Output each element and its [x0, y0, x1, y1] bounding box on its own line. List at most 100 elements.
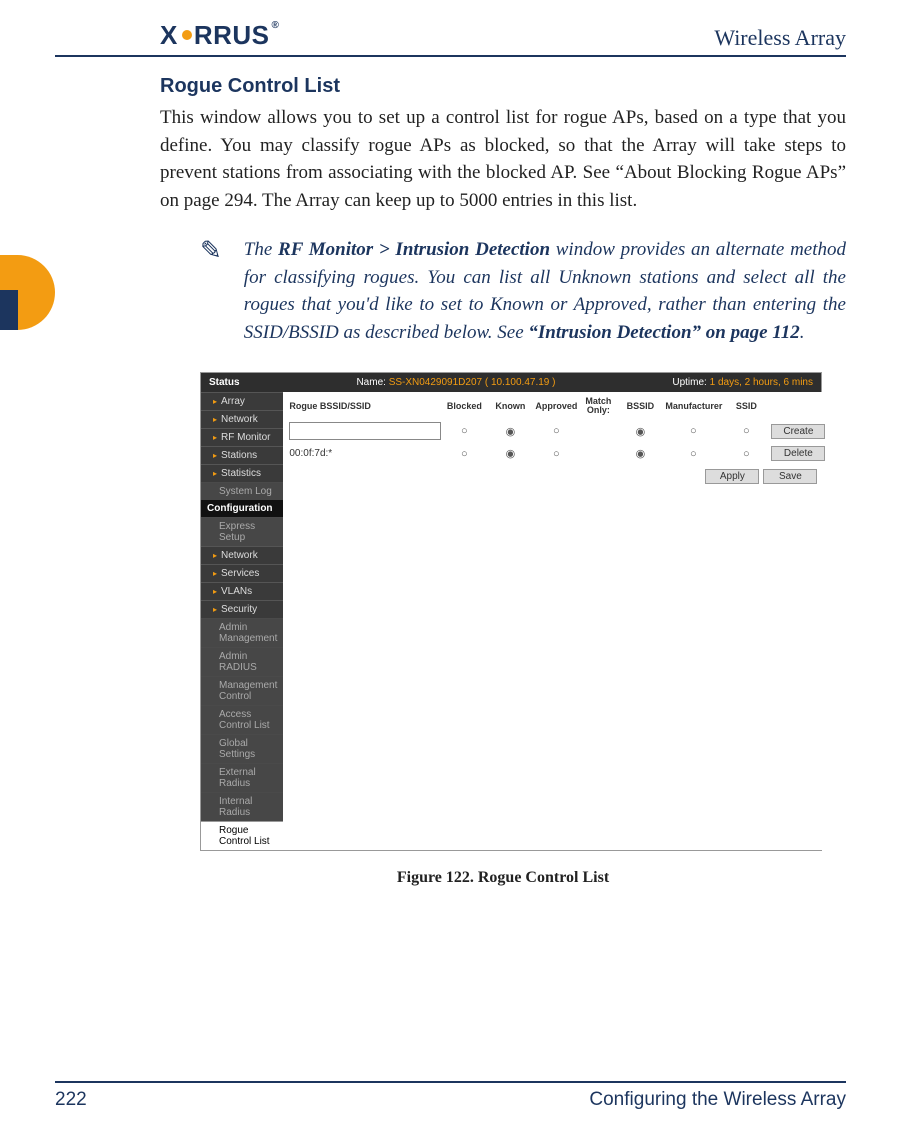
- brand-logo: X RRUS ®: [160, 20, 277, 51]
- name-label: Name:: [356, 377, 385, 388]
- radio-manufacturer[interactable]: ○: [665, 448, 721, 460]
- radio-manufacturer[interactable]: ○: [665, 425, 721, 437]
- sidebar-item-rfmonitor[interactable]: ▸ RF Monitor: [201, 428, 283, 446]
- sidebar-sub-intradius[interactable]: Internal Radius: [201, 792, 283, 821]
- chevron-right-icon: ▸: [213, 451, 217, 460]
- sidebar-item-label: Stations: [221, 450, 257, 461]
- radio-approved[interactable]: ○: [535, 425, 577, 437]
- note-pre: The: [244, 239, 278, 260]
- footer-rule: [55, 1081, 846, 1083]
- table-row: ○ ◉ ○ ◉ ○ ○ Create: [283, 420, 823, 444]
- page-number: 222: [55, 1089, 87, 1111]
- create-button[interactable]: Create: [771, 424, 825, 439]
- note-block: ✎ The RF Monitor > Intrusion Detection w…: [160, 236, 846, 346]
- chevron-right-icon: ▸: [213, 605, 217, 614]
- sidebar-item-label: Network: [221, 414, 258, 425]
- row-ssid-value: 00:0f:7d:*: [289, 448, 439, 459]
- uptime-value: 1 days, 2 hours, 6 mins: [710, 377, 813, 388]
- chapter-title: Configuring the Wireless Array: [589, 1089, 846, 1111]
- radio-known[interactable]: ◉: [489, 425, 531, 438]
- radio-ssid[interactable]: ○: [725, 448, 767, 460]
- sidebar-heading-configuration: Configuration: [201, 500, 283, 517]
- sidebar-item-stations[interactable]: ▸ Stations: [201, 446, 283, 464]
- sidebar-item-array[interactable]: ▸ Array: [201, 392, 283, 410]
- note-bold-1: RF Monitor > Intrusion Detection: [278, 239, 550, 260]
- col-blocked: Blocked: [443, 401, 485, 411]
- sidebar-sub-extradius[interactable]: External Radius: [201, 763, 283, 792]
- rogue-ssid-input[interactable]: [289, 422, 441, 440]
- action-buttons: Apply Save: [283, 465, 823, 488]
- sidebar-item-label: Security: [221, 604, 257, 615]
- pencil-icon: ✎: [200, 236, 222, 346]
- note-bold-2: “Intrusion Detection” on page 112: [528, 322, 799, 343]
- col-manufacturer: Manufacturer: [665, 401, 721, 411]
- chevron-right-icon: ▸: [213, 397, 217, 406]
- sidebar-item-security[interactable]: ▸ Security: [201, 600, 283, 618]
- col-ssid: Rogue BSSID/SSID: [289, 401, 439, 411]
- brand-text-left: X: [160, 20, 178, 51]
- sidebar-item-label: Array: [221, 396, 245, 407]
- sidebar: ▸ Array ▸ Network ▸ RF Monitor ▸ Stations ▸ S…: [201, 392, 283, 850]
- col-approved: Approved: [535, 401, 577, 411]
- sidebar-item-label: VLANs: [221, 586, 252, 597]
- note-post: .: [800, 322, 805, 343]
- radio-blocked[interactable]: ○: [443, 448, 485, 460]
- chevron-right-icon: ▸: [213, 587, 217, 596]
- status-label: Status: [209, 377, 240, 388]
- sidebar-item-label: Services: [221, 568, 259, 579]
- page-header: X RRUS ® Wireless Array: [55, 20, 846, 51]
- figure-caption: Figure 122. Rogue Control List: [160, 869, 846, 887]
- page-footer: 222 Configuring the Wireless Array: [55, 1081, 846, 1111]
- col-match-line2: Only:: [587, 405, 610, 415]
- apply-button[interactable]: Apply: [705, 469, 759, 484]
- col-bssid: BSSID: [619, 401, 661, 411]
- sidebar-item-statistics[interactable]: ▸ Statistics: [201, 464, 283, 482]
- sidebar-item-label: RF Monitor: [221, 432, 270, 443]
- shot-topbar: Status Name: SS-XN0429091D207 ( 10.100.4…: [201, 373, 821, 392]
- col-matchonly: Match Only:: [581, 397, 615, 415]
- chevron-right-icon: ▸: [213, 433, 217, 442]
- header-rule: [55, 55, 846, 57]
- radio-approved[interactable]: ○: [535, 448, 577, 460]
- embedded-screenshot: Status Name: SS-XN0429091D207 ( 10.100.4…: [200, 372, 822, 851]
- chevron-right-icon: ▸: [213, 469, 217, 478]
- sidebar-item-label: Network: [221, 550, 258, 561]
- uptime-label: Uptime:: [672, 377, 706, 388]
- body-paragraph: This window allows you to set up a contr…: [160, 104, 846, 214]
- sidebar-selected-rogue[interactable]: Rogue Control List: [201, 821, 283, 850]
- radio-bssid[interactable]: ◉: [619, 447, 661, 460]
- col-ssid2: SSID: [725, 401, 767, 411]
- chevron-right-icon: ▸: [213, 569, 217, 578]
- content-area: Rogue BSSID/SSID Blocked Known Approved …: [283, 392, 823, 850]
- note-text: The RF Monitor > Intrusion Detection win…: [244, 236, 846, 346]
- sidebar-item-services[interactable]: ▸ Services: [201, 564, 283, 582]
- side-blue-stub: [0, 290, 18, 330]
- sidebar-item-network2[interactable]: ▸ Network: [201, 546, 283, 564]
- chevron-right-icon: ▸: [213, 551, 217, 560]
- sidebar-item-network[interactable]: ▸ Network: [201, 410, 283, 428]
- brand-dot-icon: [182, 30, 192, 40]
- brand-text-right: RRUS: [194, 20, 270, 51]
- radio-known[interactable]: ◉: [489, 447, 531, 460]
- sidebar-sub-adminradius[interactable]: Admin RADIUS: [201, 647, 283, 676]
- column-headers: Rogue BSSID/SSID Blocked Known Approved …: [283, 392, 823, 420]
- sidebar-sub-systemlog[interactable]: System Log: [201, 482, 283, 500]
- registered-mark: ®: [272, 20, 280, 31]
- sidebar-sub-mgmtcontrol[interactable]: Management Control: [201, 676, 283, 705]
- delete-button[interactable]: Delete: [771, 446, 825, 461]
- sidebar-sub-global[interactable]: Global Settings: [201, 734, 283, 763]
- radio-blocked[interactable]: ○: [443, 425, 485, 437]
- header-product-name: Wireless Array: [714, 25, 846, 51]
- radio-bssid[interactable]: ◉: [619, 425, 661, 438]
- sidebar-sub-adminmgmt[interactable]: Admin Management: [201, 618, 283, 647]
- chevron-right-icon: ▸: [213, 415, 217, 424]
- radio-ssid[interactable]: ○: [725, 425, 767, 437]
- sidebar-item-vlans[interactable]: ▸ VLANs: [201, 582, 283, 600]
- sidebar-item-label: Statistics: [221, 468, 261, 479]
- sidebar-sub-expresssetup[interactable]: Express Setup: [201, 517, 283, 546]
- section-heading: Rogue Control List: [160, 75, 846, 98]
- col-known: Known: [489, 401, 531, 411]
- save-button[interactable]: Save: [763, 469, 817, 484]
- table-row: 00:0f:7d:* ○ ◉ ○ ◉ ○ ○ Delete: [283, 444, 823, 465]
- sidebar-sub-acl[interactable]: Access Control List: [201, 705, 283, 734]
